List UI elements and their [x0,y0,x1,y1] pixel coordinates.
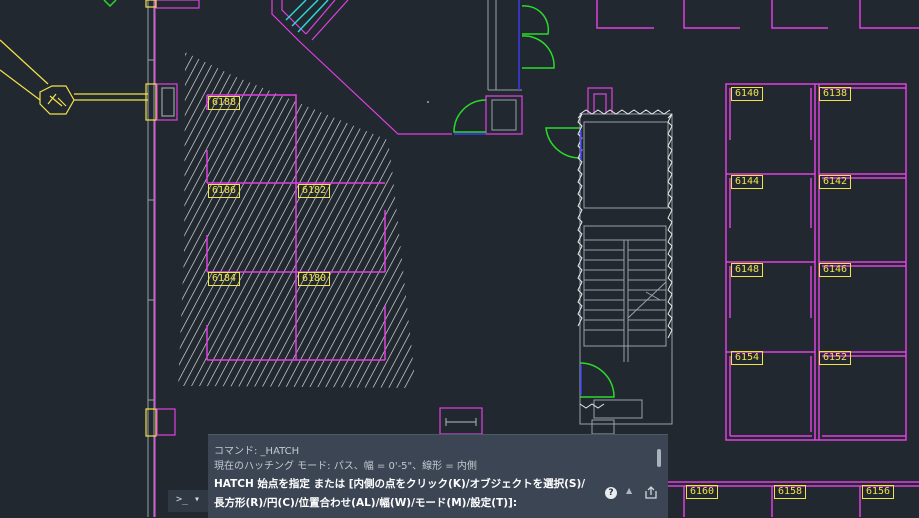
share-icon[interactable] [644,486,658,500]
room-tag: 6182 [298,184,331,198]
command-window[interactable]: コマンド: _HATCH 現在のハッチング モード: パス、幅 = 0'-5"、… [208,434,668,518]
crosshair-dot [427,101,429,103]
room-tag: 6138 [819,87,852,101]
command-history-scrollbar[interactable] [657,449,661,467]
command-history-line: 現在のハッチング モード: パス、幅 = 0'-5"、線形 = 内側 [214,461,477,472]
bottom-center-fixture [439,407,483,435]
room-tag: 6184 [208,272,241,286]
stair-core-jagged-walls [577,109,673,409]
right-room-grid [725,83,907,441]
top-right-room-walls [596,0,919,29]
yellow-fixture [0,0,157,437]
room-tag: 6158 [774,485,807,499]
left-corridor-wall [147,0,155,517]
room-tag: 6142 [819,175,852,189]
command-prompt-line: 長方形(R)/円(C)/位置合わせ(AL)/幅(W)/モード(M)/設定(T)]… [214,497,518,509]
help-icon[interactable]: ? [605,487,617,499]
room-tag: 6180 [298,272,331,286]
command-chevron-icon[interactable]: >_ ▾ [176,494,200,505]
top-left-green-mark [103,0,117,8]
room-tag: 6144 [731,175,764,189]
stair-core [579,113,673,435]
room-tag: 6146 [819,263,852,277]
room-tag: 6188 [208,96,241,110]
up-arrow-icon[interactable]: ▲ [626,486,632,495]
elevator-box [587,87,613,114]
room-tag: 6154 [731,351,764,365]
left-door-rects [156,83,178,436]
room-tag: 6160 [686,485,719,499]
command-history-line: コマンド: _HATCH [214,446,300,457]
room-tag: 6148 [731,263,764,277]
central-shaft [487,0,522,131]
command-prompt-line: HATCH 始点を指定 または [内側の点をクリック(K)/オブジェクトを選択(… [214,478,586,490]
room-tag: 6186 [208,184,241,198]
room-tag: 6152 [819,351,852,365]
room-tag: 6140 [731,87,764,101]
door-swings [453,5,615,398]
room-tag: 6156 [862,485,895,499]
